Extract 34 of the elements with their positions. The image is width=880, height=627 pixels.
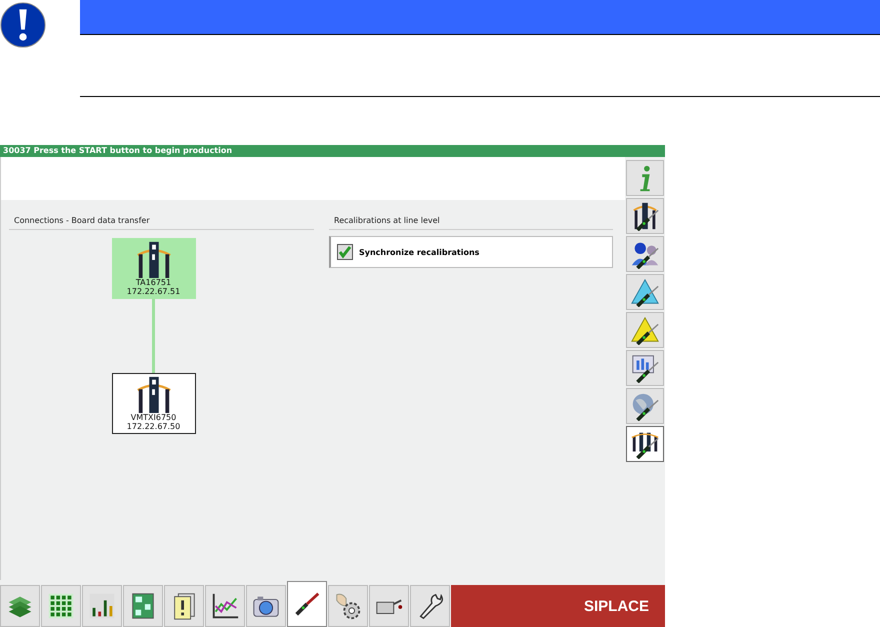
warning-triangle-icon — [630, 277, 660, 307]
warning-triangle-icon — [630, 315, 660, 345]
sidebar-tool-button[interactable] — [626, 388, 664, 424]
machine-name: VMTXI6750 — [130, 413, 176, 422]
status-bar: 30037 Press the START button to begin production — [0, 145, 665, 157]
monitor-icon — [630, 353, 660, 383]
ip-address: 172.22.67.50 — [126, 422, 180, 431]
toolbar-button[interactable] — [205, 585, 245, 627]
sidebar-tool-button[interactable] — [626, 274, 664, 310]
panel-title: Recalibrations at line level — [329, 214, 613, 230]
toolbar-button[interactable] — [246, 585, 286, 627]
sidebar-tool-button[interactable] — [626, 426, 664, 462]
sidebar-tool-button[interactable] — [626, 350, 664, 386]
checkbox[interactable] — [337, 244, 353, 260]
sidebar-tool-button[interactable] — [626, 236, 664, 272]
toolbar-button[interactable] — [410, 585, 450, 627]
toolbar-button[interactable] — [164, 585, 204, 627]
toolbar-button[interactable] — [287, 581, 327, 627]
toolbar-button[interactable] — [369, 585, 409, 627]
toolbar-button[interactable] — [328, 585, 368, 627]
sidebar-tool-button[interactable] — [626, 312, 664, 348]
toolbar-button[interactable] — [123, 585, 163, 627]
machine-node[interactable]: VMTXI6750 172.22.67.50 — [112, 373, 196, 434]
brand-logo: SIPLACE — [451, 585, 665, 627]
bar-chart-icon — [87, 591, 117, 621]
toolbar-button[interactable] — [82, 585, 122, 627]
line-chart-icon — [210, 591, 240, 621]
machine-node[interactable]: TA16751 172.22.67.51 — [112, 238, 196, 299]
grid-icon — [46, 591, 76, 621]
machine-name: TA16751 — [136, 278, 172, 287]
panel-title: Connections - Board data transfer — [9, 214, 314, 230]
ip-address: 172.22.67.51 — [126, 287, 180, 296]
sidebar-tool-button[interactable] — [626, 198, 664, 234]
checkbox-label: Synchronize recalibrations — [359, 248, 480, 256]
